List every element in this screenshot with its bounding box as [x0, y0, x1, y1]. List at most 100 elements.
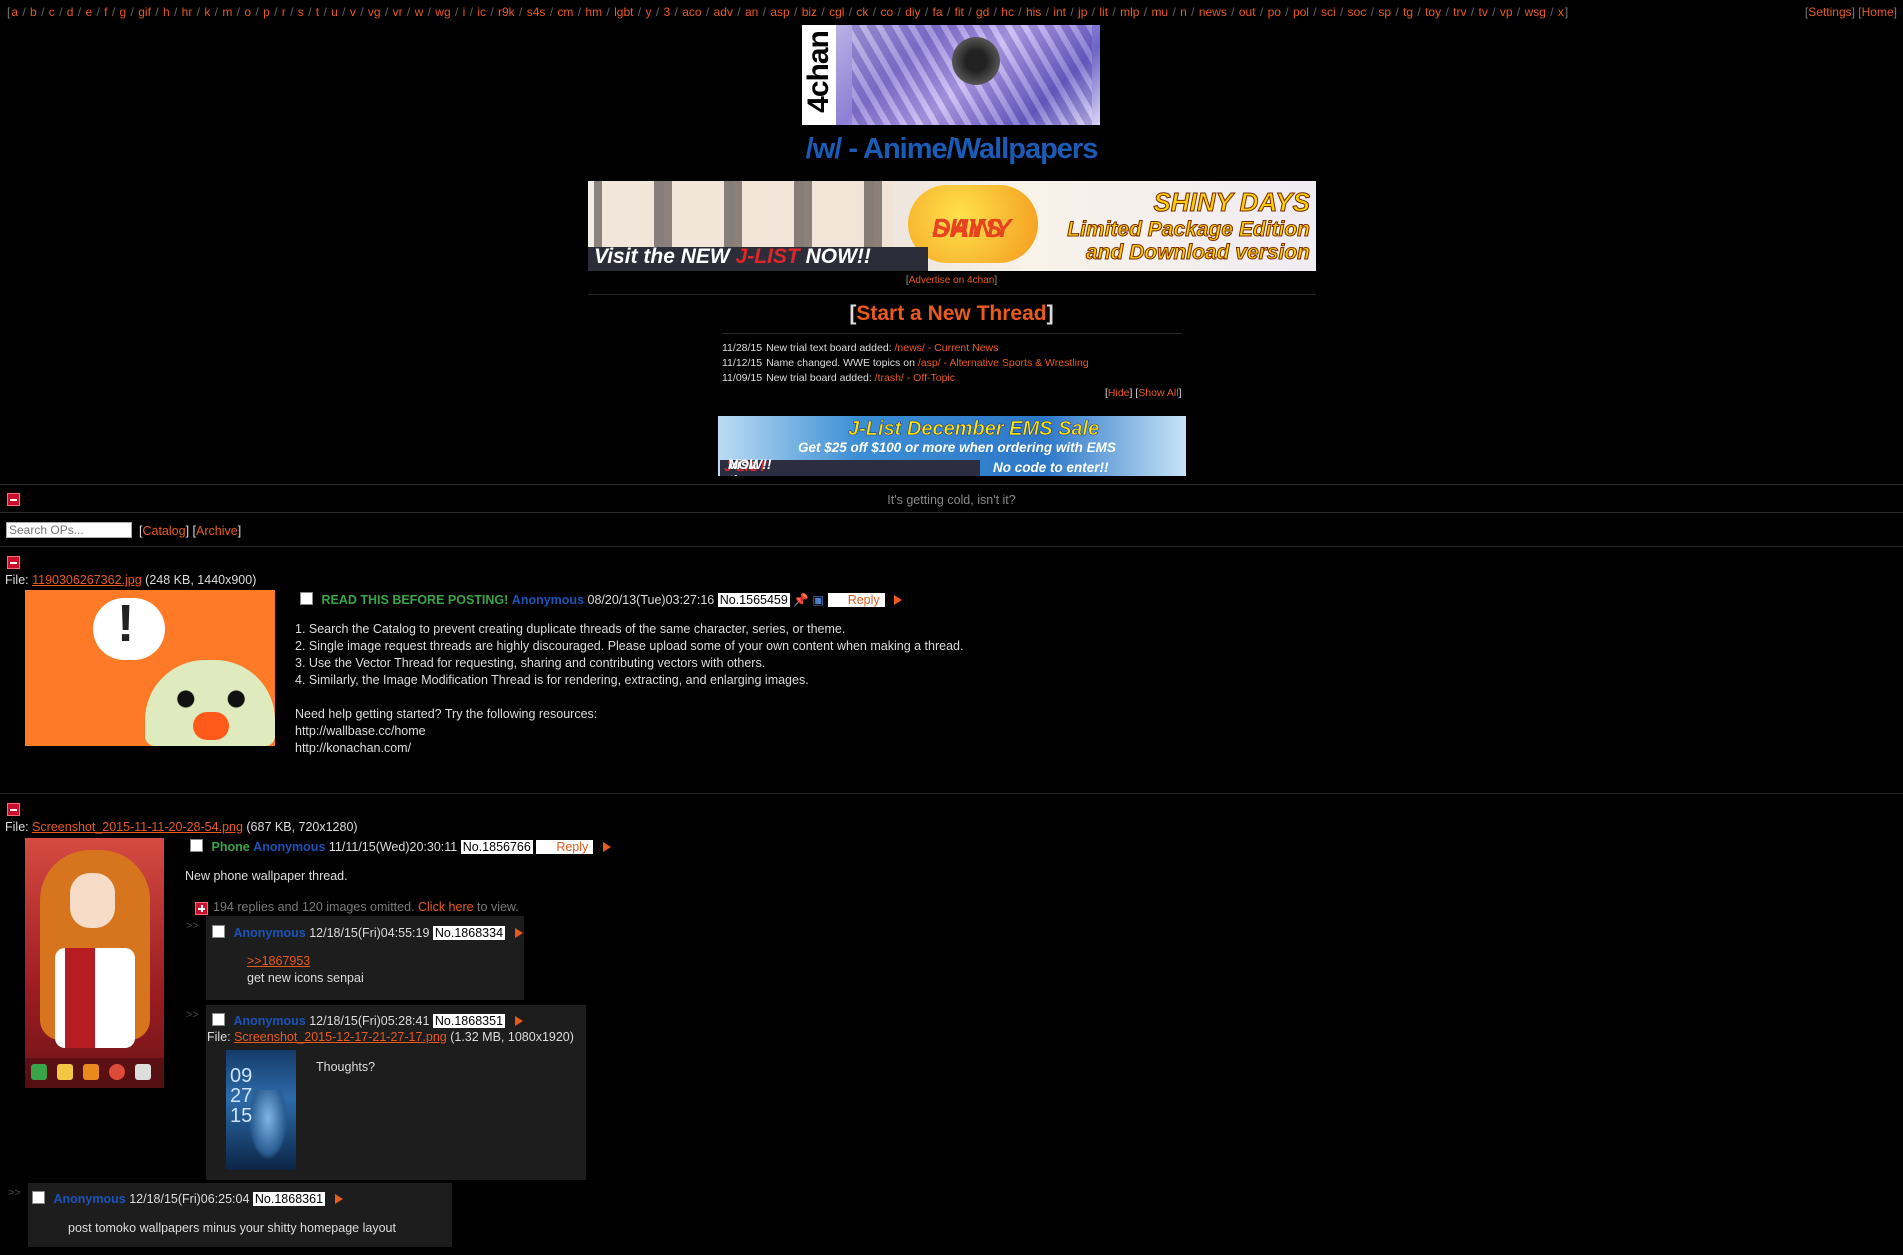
board-link-jp[interactable]: jp — [1078, 5, 1087, 19]
post-number[interactable]: No.1868334 — [432, 926, 506, 940]
board-link-gif[interactable]: gif — [138, 5, 151, 19]
post-checkbox[interactable] — [300, 592, 313, 605]
mid-advertisement[interactable]: J-List December EMS Sale Get $25 off $10… — [718, 416, 1186, 476]
post-checkbox[interactable] — [190, 839, 203, 852]
post-checkbox[interactable] — [32, 1191, 45, 1204]
op-thumbnail[interactable]: ! — [25, 590, 275, 746]
board-link-fa[interactable]: fa — [933, 5, 943, 19]
op-thumbnail[interactable] — [25, 838, 164, 1088]
post-checkbox[interactable] — [212, 925, 225, 938]
board-link-lgbt[interactable]: lgbt — [614, 5, 633, 19]
file-link[interactable]: Screenshot_2015-11-11-20-28-54.png — [32, 820, 243, 834]
top-advertisement[interactable]: SHINY DAYS SHINY DAYS Limited Package Edi… — [588, 181, 1316, 271]
board-link-ck[interactable]: ck — [856, 5, 868, 19]
board-link-f[interactable]: f — [104, 5, 107, 19]
board-link-vr[interactable]: vr — [393, 5, 403, 19]
news-board-link[interactable]: /news/ - Current News — [895, 342, 999, 354]
board-link-aco[interactable]: aco — [682, 5, 701, 19]
board-link-int[interactable]: int — [1053, 5, 1066, 19]
reply-button[interactable]: Reply — [827, 593, 885, 607]
board-link-y[interactable]: y — [645, 5, 651, 19]
board-link-p[interactable]: p — [263, 5, 270, 19]
board-link-lit[interactable]: lit — [1099, 5, 1108, 19]
board-link-hc[interactable]: hc — [1001, 5, 1014, 19]
post-number[interactable]: No.1565459 — [717, 593, 790, 607]
show-all-news-link[interactable]: Show All — [1138, 387, 1178, 399]
board-link-vg[interactable]: vg — [368, 5, 381, 19]
start-thread-link[interactable]: Start a New Thread — [856, 302, 1046, 325]
board-link-r9k[interactable]: r9k — [498, 5, 515, 19]
reply-thumbnail[interactable]: 09 27 15 — [226, 1050, 296, 1170]
settings-link[interactable]: Settings — [1808, 5, 1851, 19]
board-link-his[interactable]: his — [1026, 5, 1041, 19]
board-link-w[interactable]: w — [415, 5, 424, 19]
search-ops-input[interactable] — [6, 522, 132, 538]
board-link-tv[interactable]: tv — [1478, 5, 1487, 19]
post-number[interactable]: No.1856766 — [460, 840, 533, 854]
board-link-adv[interactable]: adv — [714, 5, 733, 19]
board-link-news[interactable]: news — [1199, 5, 1227, 19]
post-number[interactable]: No.1868361 — [252, 1192, 326, 1206]
quote-link[interactable]: >>1867953 — [247, 954, 310, 968]
board-link-sci[interactable]: sci — [1321, 5, 1336, 19]
post-number[interactable]: No.1868351 — [432, 1014, 506, 1028]
board-link-e[interactable]: e — [85, 5, 92, 19]
board-link-b[interactable]: b — [30, 5, 37, 19]
board-link-s4s[interactable]: s4s — [527, 5, 546, 19]
board-link-mu[interactable]: mu — [1151, 5, 1168, 19]
news-board-link[interactable]: /asp/ - Alternative Sports & Wrestling — [918, 357, 1089, 369]
board-link-t[interactable]: t — [316, 5, 319, 19]
board-link-co[interactable]: co — [880, 5, 893, 19]
board-link-vp[interactable]: vp — [1500, 5, 1513, 19]
board-link-hr[interactable]: hr — [182, 5, 193, 19]
board-link-biz[interactable]: biz — [802, 5, 817, 19]
board-link-3[interactable]: 3 — [664, 5, 671, 19]
board-link-wsg[interactable]: wsg — [1525, 5, 1546, 19]
board-link-an[interactable]: an — [745, 5, 758, 19]
reply-button[interactable]: Reply — [536, 840, 594, 854]
board-link-r[interactable]: r — [282, 5, 286, 19]
board-link-cgl[interactable]: cgl — [829, 5, 844, 19]
board-link-x[interactable]: x — [1558, 5, 1564, 19]
board-link-v[interactable]: v — [350, 5, 356, 19]
board-link-sp[interactable]: sp — [1378, 5, 1391, 19]
post-menu-arrow-icon[interactable] — [514, 928, 523, 938]
board-link-m[interactable]: m — [222, 5, 232, 19]
board-link-h[interactable]: h — [163, 5, 170, 19]
board-link-po[interactable]: po — [1268, 5, 1281, 19]
board-link-s[interactable]: s — [298, 5, 304, 19]
board-link-o[interactable]: o — [244, 5, 251, 19]
board-link-gd[interactable]: gd — [976, 5, 989, 19]
board-link-fit[interactable]: fit — [955, 5, 964, 19]
board-link-mlp[interactable]: mlp — [1120, 5, 1139, 19]
board-link-tg[interactable]: tg — [1403, 5, 1413, 19]
board-link-i[interactable]: i — [463, 5, 466, 19]
archive-link[interactable]: Archive — [196, 524, 238, 538]
board-link-toy[interactable]: toy — [1425, 5, 1441, 19]
file-link[interactable]: Screenshot_2015-12-17-21-27-17.png — [234, 1030, 447, 1044]
board-link-trv[interactable]: trv — [1453, 5, 1466, 19]
board-link-g[interactable]: g — [120, 5, 127, 19]
post-menu-arrow-icon[interactable] — [894, 595, 903, 605]
board-banner[interactable]: 4chan — [802, 25, 1100, 125]
board-link-a[interactable]: a — [11, 5, 18, 19]
post-checkbox[interactable] — [212, 1013, 225, 1026]
board-link-soc[interactable]: soc — [1348, 5, 1367, 19]
board-link-u[interactable]: u — [331, 5, 338, 19]
board-link-n[interactable]: n — [1180, 5, 1187, 19]
board-link-cm[interactable]: cm — [557, 5, 573, 19]
board-link-wg[interactable]: wg — [435, 5, 450, 19]
expand-thread-link[interactable]: Click here — [418, 900, 474, 914]
post-menu-arrow-icon[interactable] — [602, 842, 611, 852]
post-menu-arrow-icon[interactable] — [514, 1016, 523, 1026]
file-link[interactable]: 1190306267362.jpg — [32, 573, 142, 587]
post-menu-arrow-icon[interactable] — [334, 1194, 343, 1204]
home-link[interactable]: Home — [1862, 5, 1894, 19]
hide-thread-icon[interactable] — [7, 556, 20, 569]
advertise-link[interactable]: Advertise on 4chan — [909, 275, 995, 286]
board-link-pol[interactable]: pol — [1293, 5, 1309, 19]
hide-thread-icon[interactable] — [7, 803, 20, 816]
news-board-link[interactable]: /trash/ - Off-Topic — [875, 372, 955, 384]
board-link-k[interactable]: k — [204, 5, 210, 19]
hide-news-link[interactable]: Hide — [1108, 387, 1130, 399]
